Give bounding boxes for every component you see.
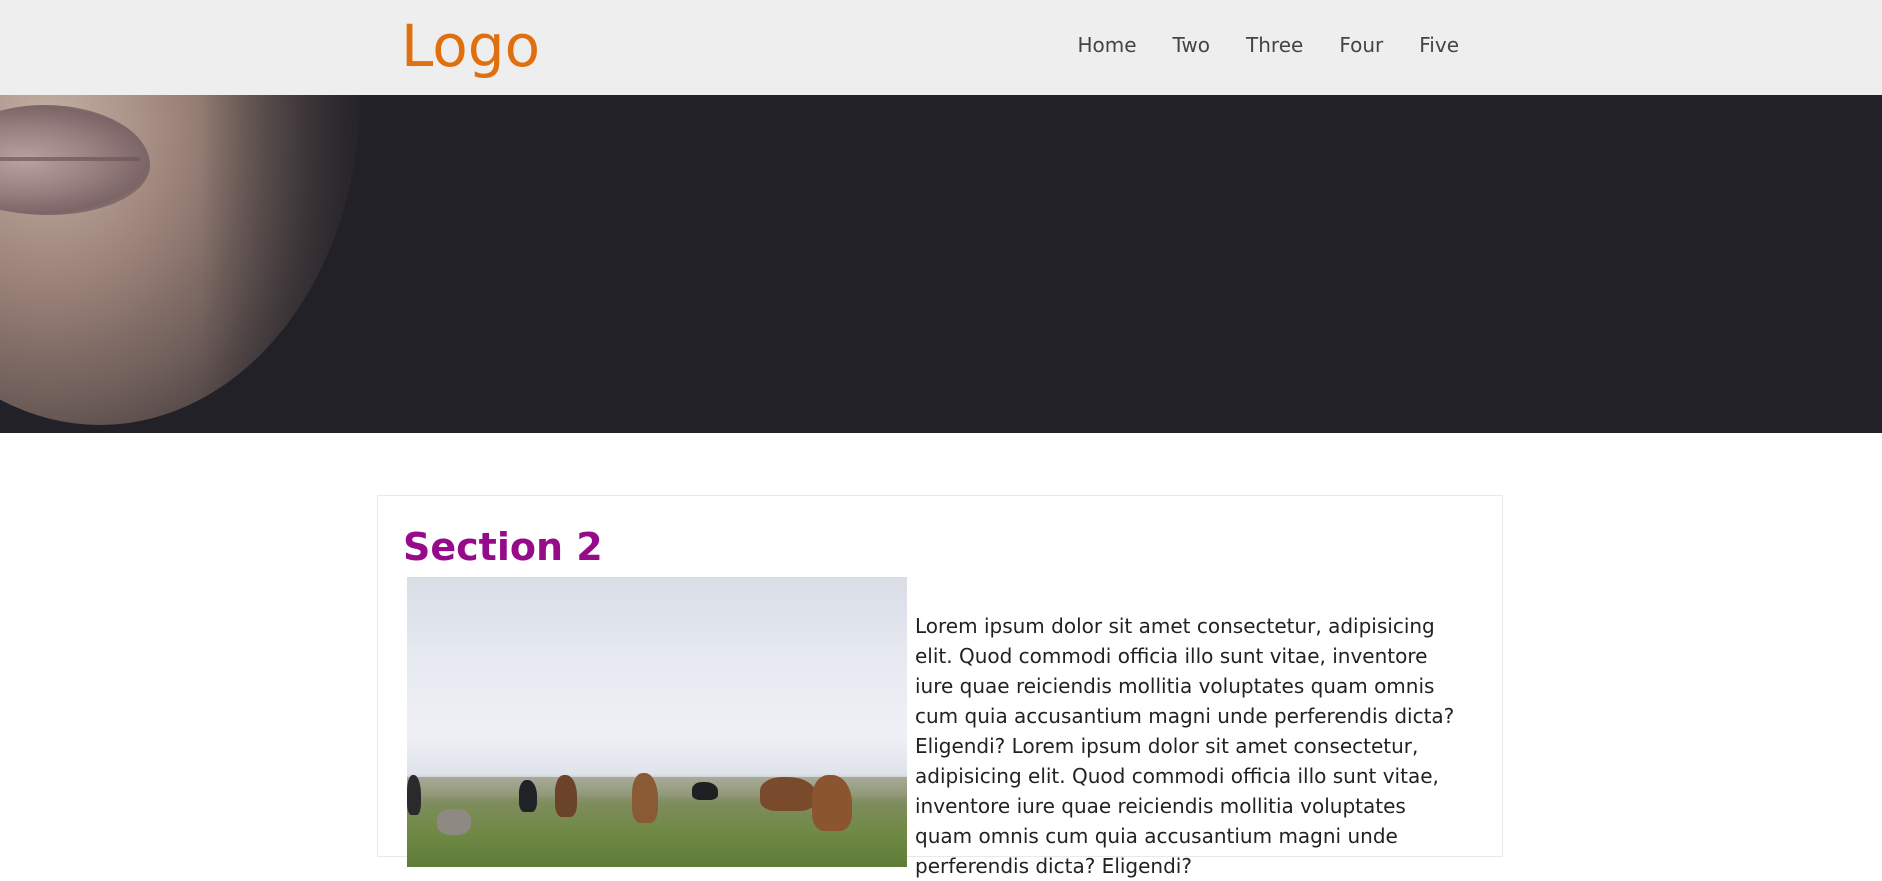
section-title: Section 2 (403, 525, 603, 569)
horse-shape (760, 777, 816, 811)
horse-shape (519, 780, 537, 812)
nav-link-home[interactable]: Home (1059, 0, 1154, 90)
rock-shape (437, 809, 471, 835)
nav-link-three[interactable]: Three (1228, 0, 1321, 90)
hero-lip-line (0, 157, 140, 161)
horse-shape (632, 773, 658, 823)
hero-shade (200, 95, 460, 433)
hero-banner-image (0, 95, 1882, 433)
logo-link[interactable]: Logo (401, 10, 540, 82)
nav-link-five[interactable]: Five (1401, 0, 1459, 90)
horse-shape (692, 782, 718, 800)
horse-shape (812, 775, 852, 831)
nav-link-four[interactable]: Four (1321, 0, 1401, 90)
horses-photo (407, 577, 907, 867)
section-paragraph: Lorem ipsum dolor sit amet consectetur, … (915, 614, 1455, 878)
section-card: Section 2 Lorem ipsum dolor sit amet con… (377, 495, 1503, 878)
site-header: Logo Home Two Three Four Five (0, 0, 1882, 95)
horse-shape (555, 775, 577, 817)
horse-shape (407, 775, 421, 815)
nav-link-two[interactable]: Two (1155, 0, 1229, 90)
main-nav: Home Two Three Four Five (1059, 0, 1459, 90)
